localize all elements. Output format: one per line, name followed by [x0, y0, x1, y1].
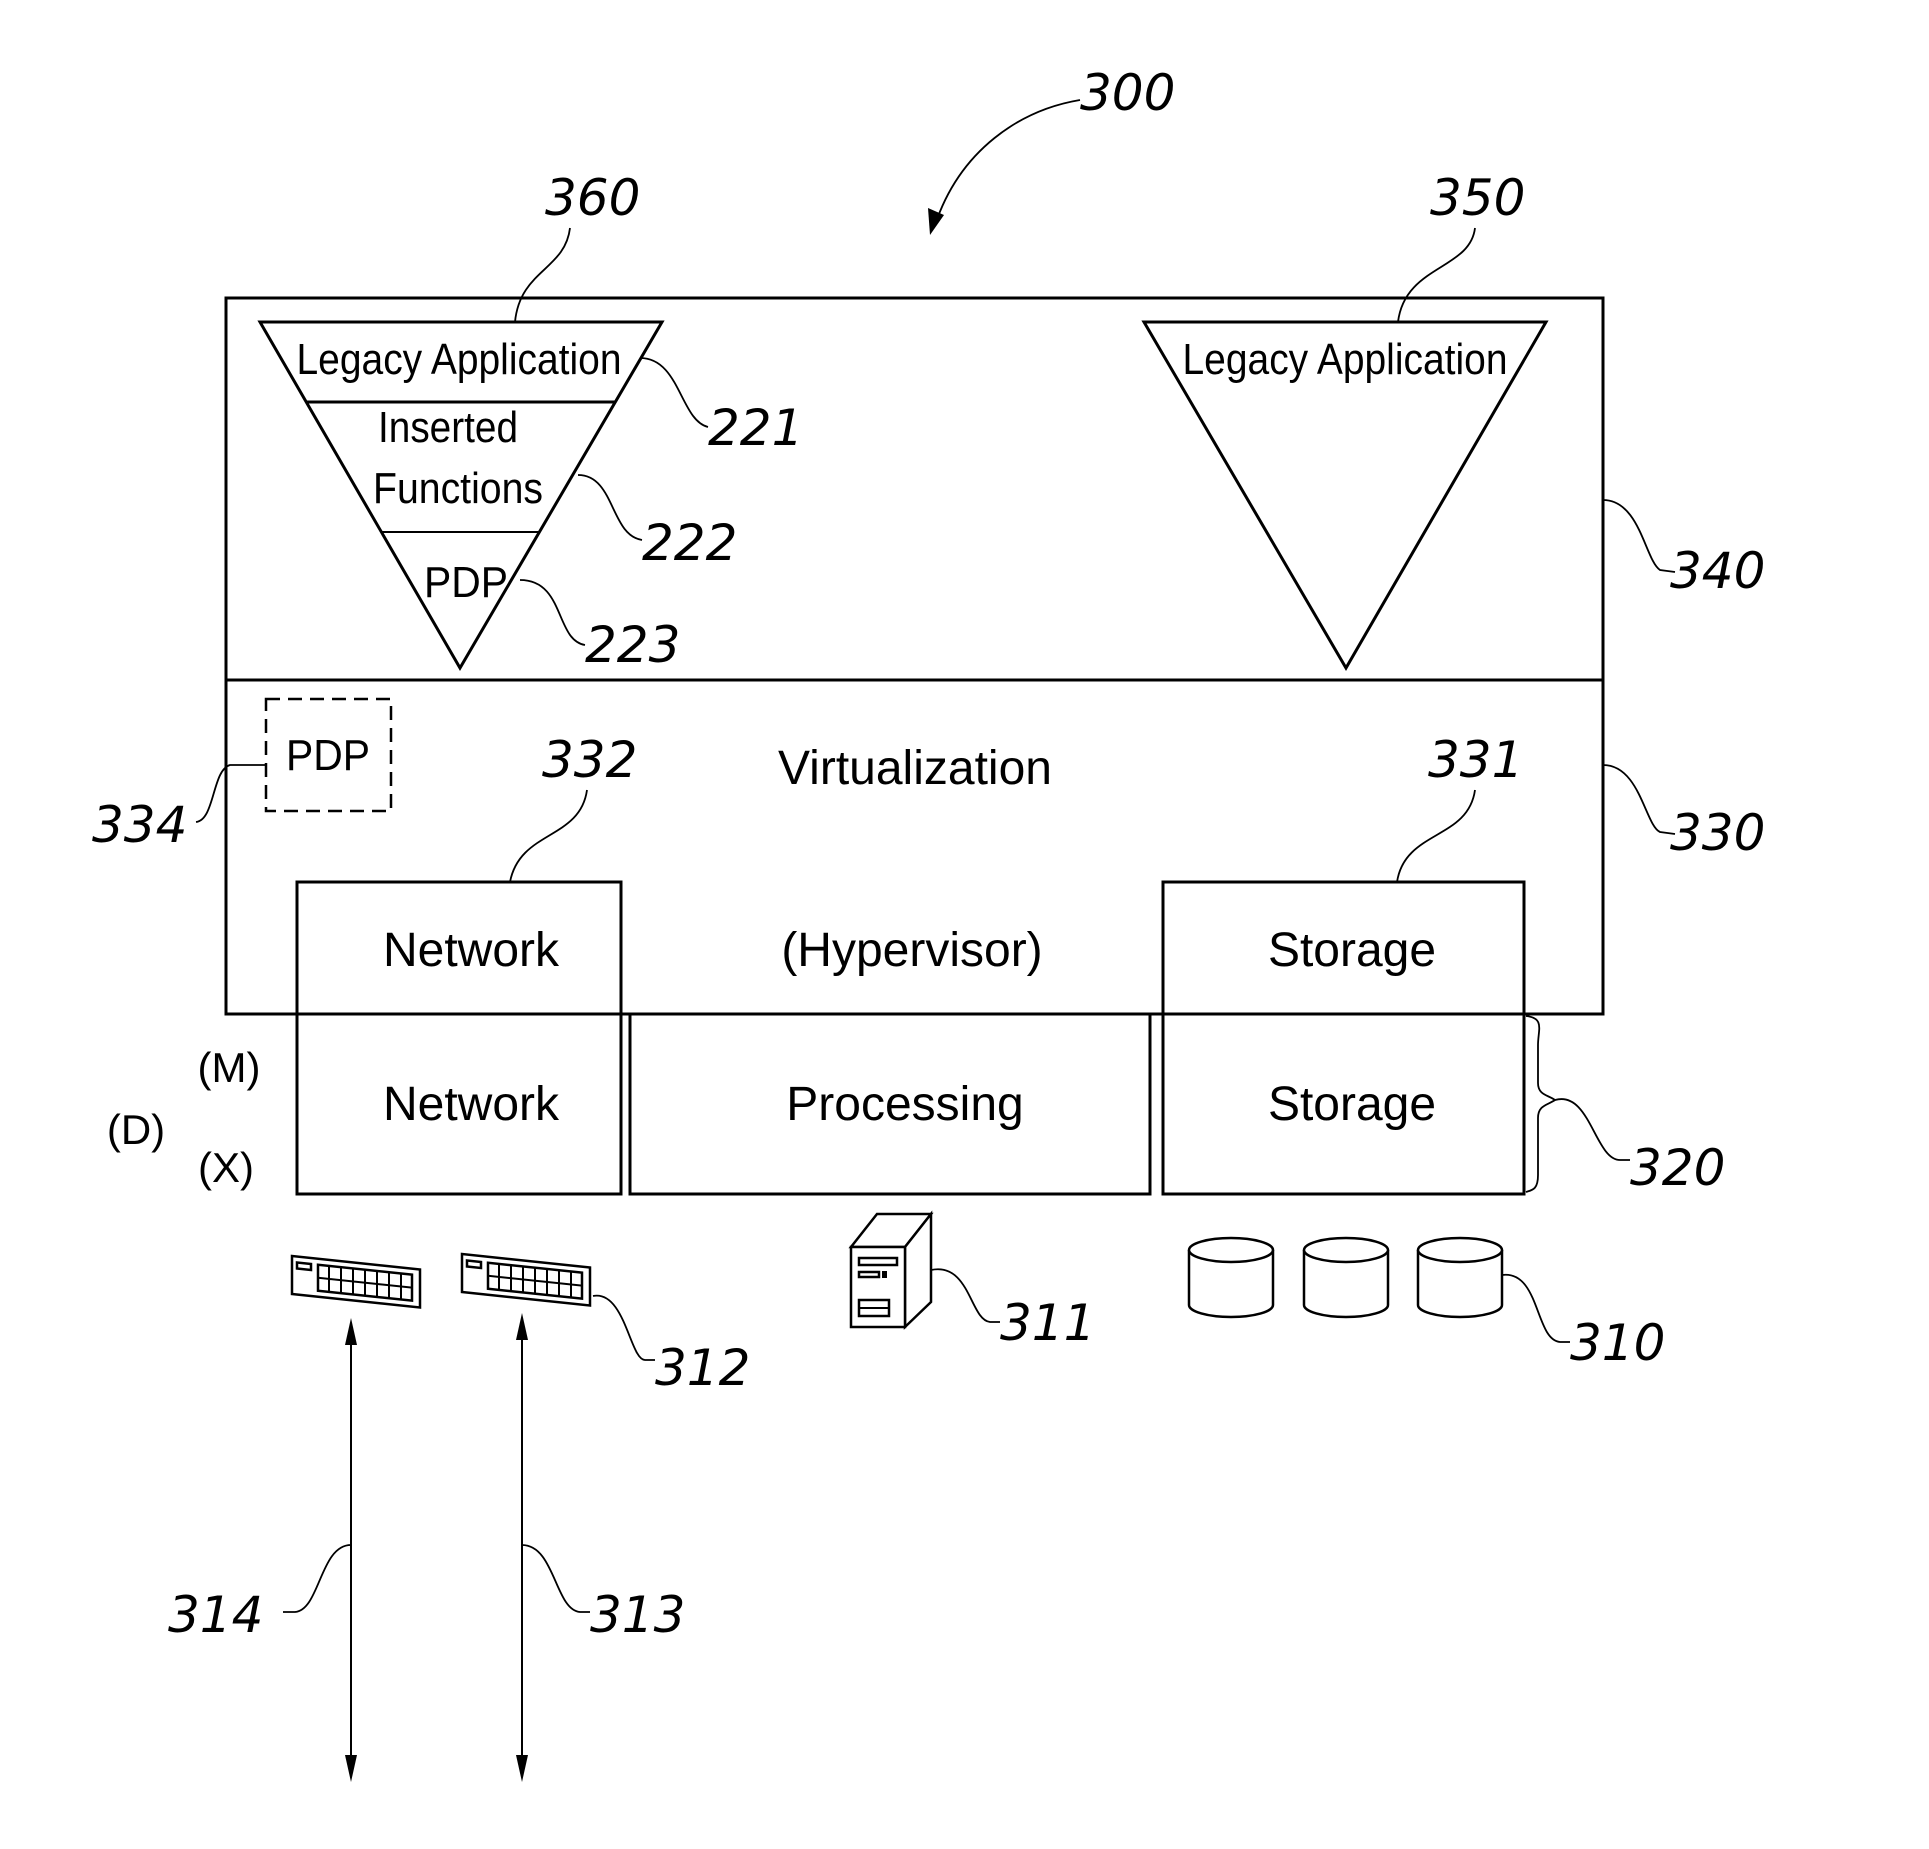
ref-222: 222	[642, 514, 737, 572]
disk-icon[interactable]	[1416, 1236, 1504, 1319]
ref-332: 332	[542, 731, 637, 789]
architecture-diagram: 300 340 Legacy Application Inserted Func…	[92, 64, 1765, 1782]
ref-314: 314	[168, 1586, 263, 1644]
leader-331	[1396, 789, 1476, 883]
virtualization-title: Virtualization	[778, 742, 1052, 795]
ref-313: 313	[590, 1586, 685, 1644]
leader-332	[509, 789, 588, 883]
leader-222	[577, 474, 643, 541]
virtual-storage-label: Storage	[1268, 924, 1436, 977]
physical-network-label: Network	[383, 1078, 560, 1131]
hypervisor-subtitle: (Hypervisor)	[781, 924, 1042, 977]
ref-223: 223	[585, 616, 680, 674]
disk-icon[interactable]	[1187, 1236, 1275, 1319]
leader-312	[592, 1295, 655, 1361]
leader-310	[1501, 1274, 1570, 1343]
ref-334: 334	[92, 796, 187, 854]
pdp-label: PDP	[424, 558, 508, 607]
row-label-x: (X)	[198, 1144, 254, 1191]
bracket-320	[1525, 1015, 1557, 1193]
arrow-up-icon	[345, 1318, 357, 1345]
ref-360: 360	[545, 169, 640, 227]
link-314[interactable]	[345, 1318, 357, 1782]
physical-network-block[interactable]: Network	[295, 1012, 623, 1196]
leader-360	[514, 227, 571, 323]
leader-320	[1554, 1098, 1630, 1161]
arrowhead-icon	[928, 208, 944, 235]
application-layer: 340 Legacy Application Inserted Function…	[224, 169, 1765, 682]
row-label-m: (M)	[198, 1044, 261, 1091]
virtual-network-label: Network	[383, 924, 560, 977]
disk-icon[interactable]	[1302, 1236, 1390, 1319]
figure-arrow-line	[934, 99, 1081, 226]
leader-350	[1397, 227, 1476, 323]
ref-340: 340	[1670, 542, 1765, 600]
physical-storage-label: Storage	[1268, 1078, 1436, 1131]
network-switch-icon[interactable]	[290, 1254, 422, 1309]
virtual-network[interactable]: Network	[295, 880, 623, 1016]
leader-313	[521, 1544, 590, 1613]
hardware: 312 314 313 311 310	[168, 1210, 1665, 1782]
physical-layer: (M) (D) (X) Network Processing Storage 3…	[107, 1012, 1725, 1197]
ref-221: 221	[708, 399, 803, 457]
virtual-pdp[interactable]: PDP	[264, 697, 393, 813]
ref-311: 311	[1000, 1294, 1095, 1352]
ref-320: 320	[1630, 1139, 1725, 1197]
functions-label: Functions	[373, 464, 543, 513]
arrow-up-icon	[516, 1313, 528, 1340]
leader-221	[639, 357, 709, 428]
ref-330: 330	[1670, 804, 1765, 862]
ref-300: 300	[1080, 64, 1175, 122]
leader-334	[195, 764, 266, 823]
server-icon[interactable]	[848, 1210, 934, 1330]
arrow-down-icon	[345, 1755, 357, 1782]
ref-312: 312	[655, 1339, 750, 1397]
row-label-d: (D)	[107, 1106, 165, 1153]
legacy-application-stack[interactable]: Legacy Application	[1141, 320, 1549, 671]
leader-330	[1602, 764, 1676, 835]
virtual-storage[interactable]: Storage	[1161, 880, 1526, 1016]
leader-311	[930, 1268, 1000, 1323]
network-switch-icon[interactable]	[460, 1252, 592, 1307]
ref-350: 350	[1430, 169, 1525, 227]
leader-314	[283, 1544, 352, 1613]
link-313[interactable]	[516, 1313, 528, 1782]
inserted-label: Inserted	[378, 403, 518, 452]
ref-310: 310	[1570, 1314, 1665, 1372]
leader-340	[1602, 499, 1676, 573]
virtualization-layer: 330 Virtualization (Hypervisor) PDP 334 …	[92, 678, 1765, 1016]
figure-reference: 300	[928, 64, 1175, 235]
leader-223	[519, 579, 586, 646]
legacy-application-label: Legacy Application	[297, 335, 622, 384]
virtual-pdp-label: PDP	[286, 731, 370, 780]
physical-processing-label: Processing	[786, 1078, 1023, 1131]
physical-processing-block[interactable]: Processing	[628, 1012, 1152, 1196]
arrow-down-icon	[516, 1755, 528, 1782]
legacy-application-label-2: Legacy Application	[1183, 335, 1508, 384]
physical-storage-block[interactable]: Storage	[1161, 1012, 1526, 1196]
ref-331: 331	[1428, 731, 1523, 789]
